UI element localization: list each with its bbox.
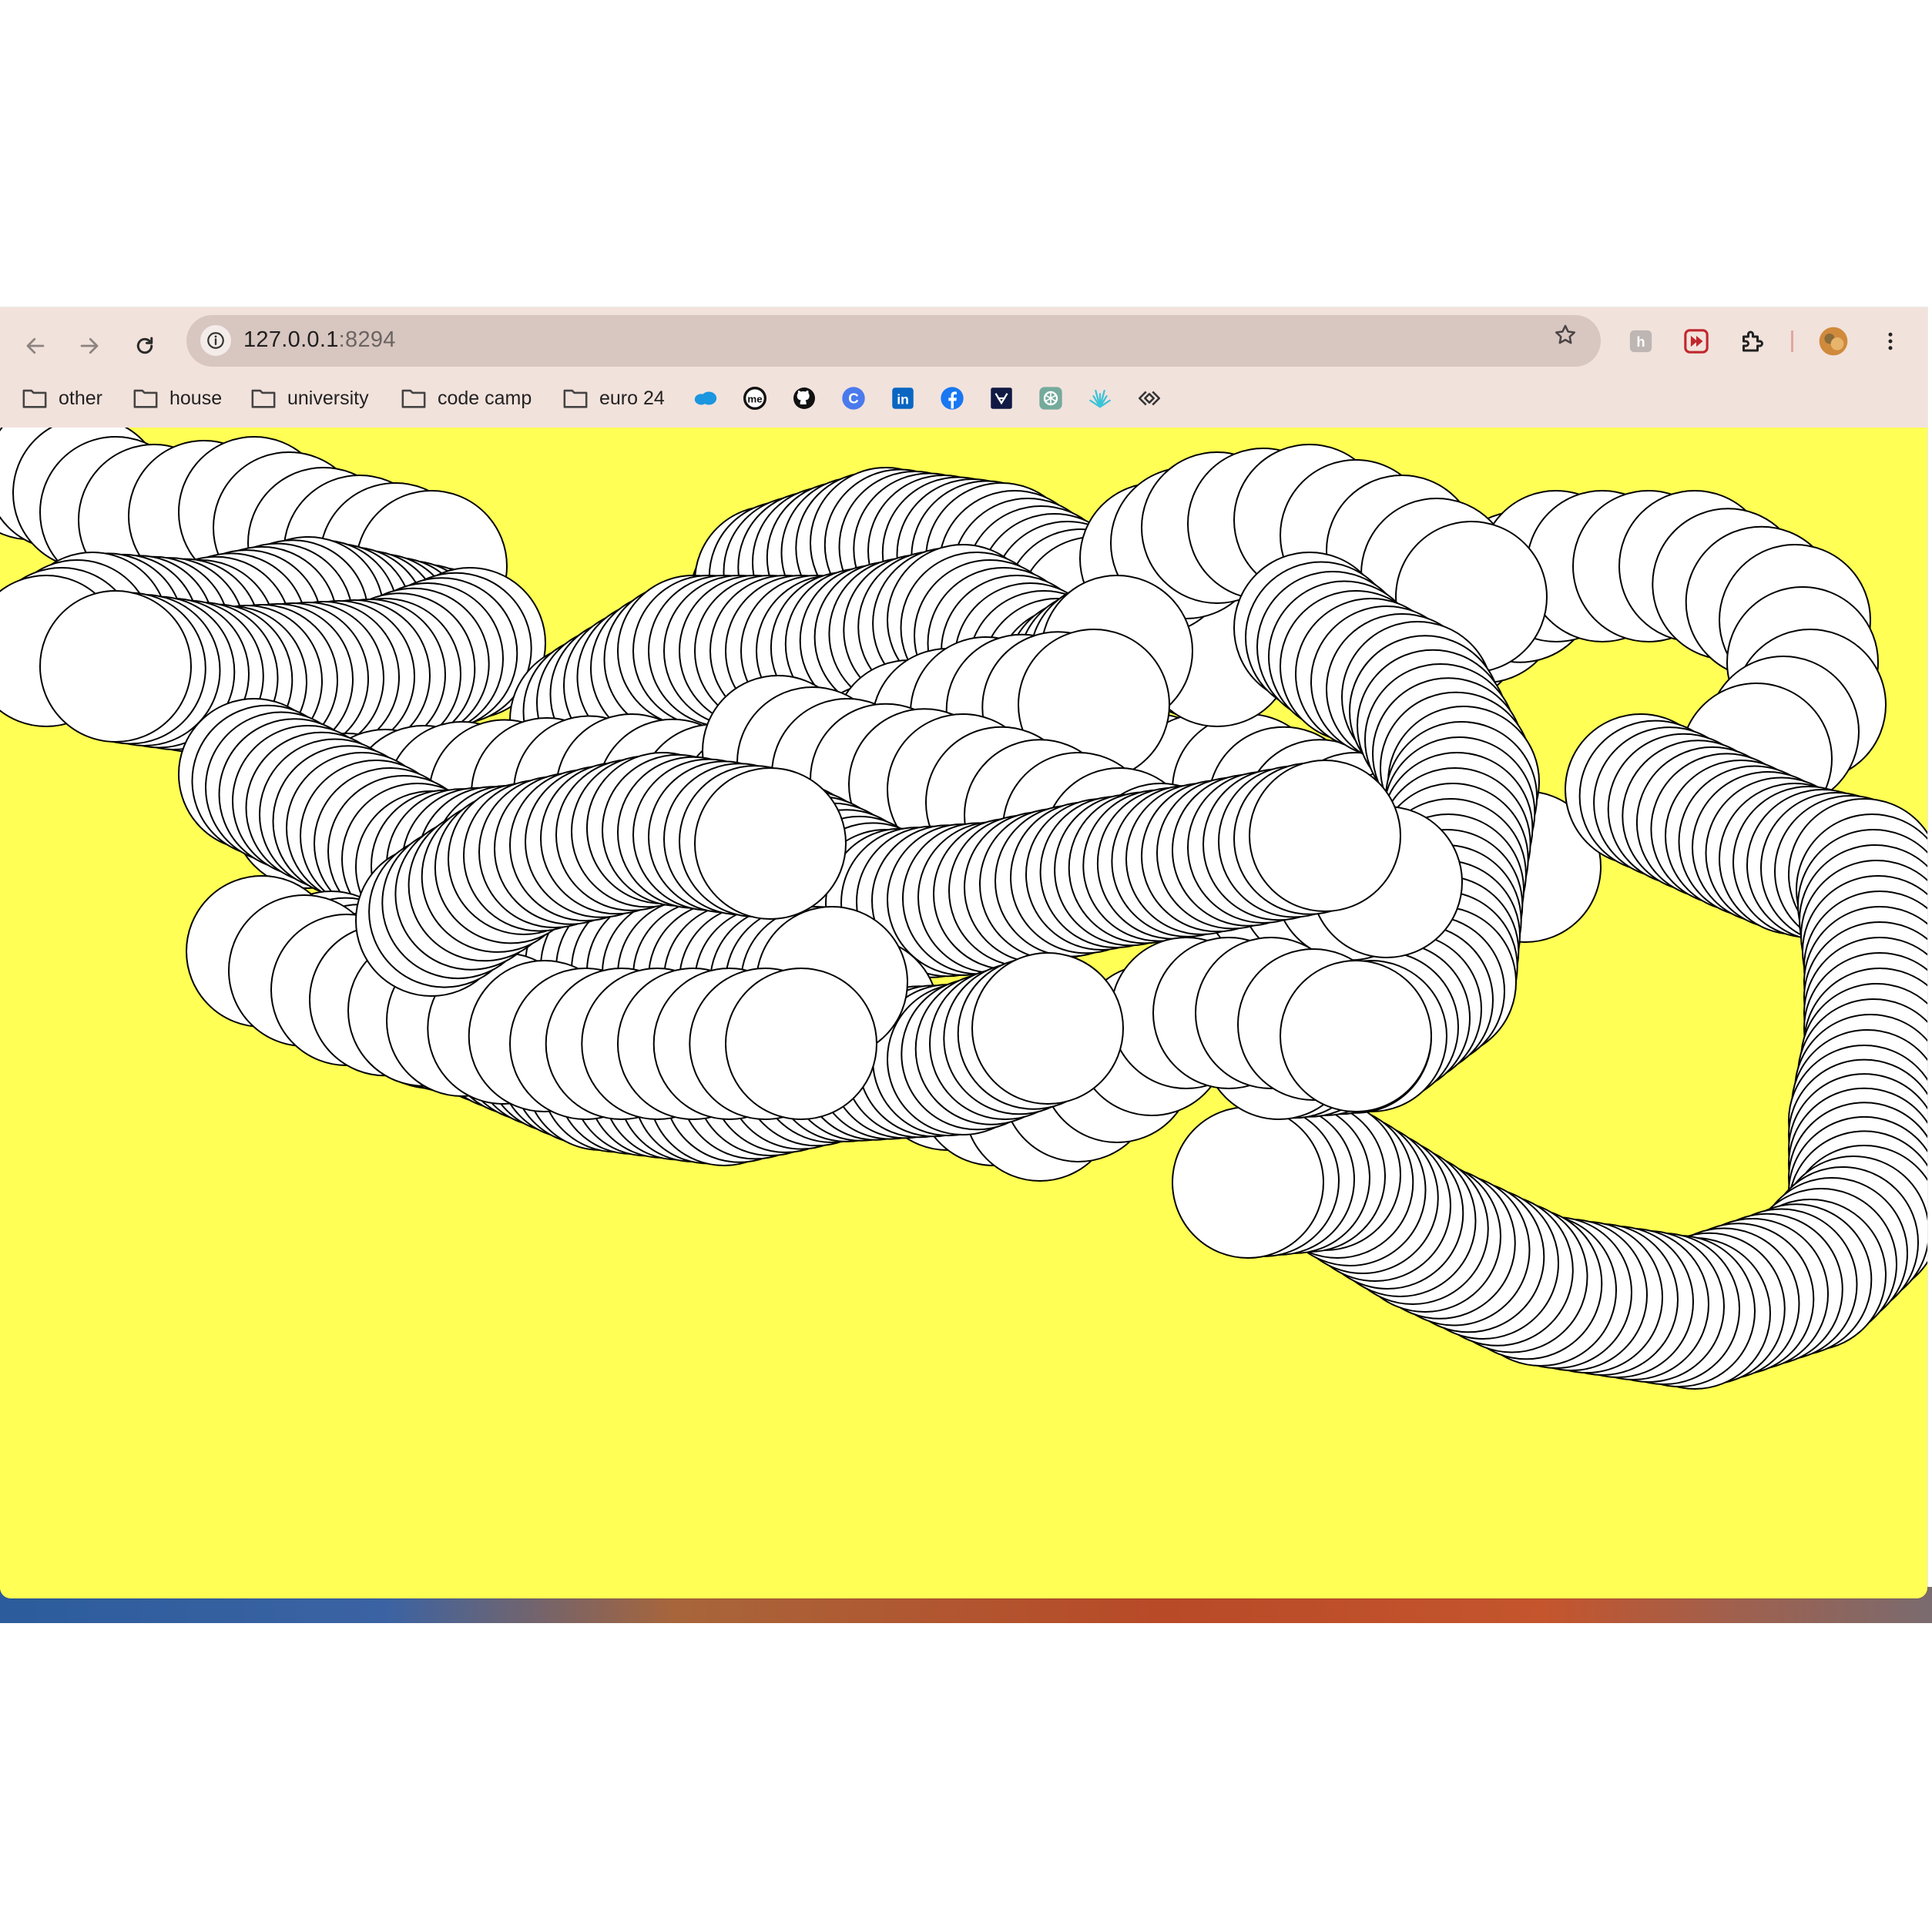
trail-circle	[725, 968, 877, 1120]
coursera-icon[interactable]: C	[840, 384, 867, 412]
facebook-icon[interactable]	[938, 384, 966, 412]
bookmark-folder-house[interactable]: house	[132, 383, 222, 414]
browser-toolbar: 127.0.0.1:8294 h other house university …	[0, 307, 1927, 428]
trail-circle	[971, 952, 1124, 1105]
circle-trail-drawing	[0, 378, 1927, 1390]
trail-circle	[1249, 760, 1401, 912]
folder-icon	[22, 389, 47, 408]
bookmark-label: euro 24	[599, 387, 665, 409]
bookmark-label: house	[169, 387, 223, 409]
profile-avatar[interactable]	[1816, 324, 1850, 358]
svg-text:h: h	[1636, 334, 1645, 350]
trail-circle	[39, 590, 192, 743]
chatgpt-icon[interactable]	[1037, 384, 1065, 412]
folder-icon	[251, 389, 276, 408]
jira-icon[interactable]	[988, 384, 1015, 412]
folder-icon	[563, 389, 588, 408]
medium-icon[interactable]: me	[741, 384, 769, 412]
trail-circle	[1280, 960, 1432, 1112]
trail-circle	[1172, 1106, 1324, 1259]
svg-text:in: in	[897, 392, 909, 408]
url-text[interactable]: 127.0.0.1:8294	[243, 327, 396, 353]
forward-button[interactable]	[68, 324, 111, 367]
sparkle-icon[interactable]	[1086, 384, 1114, 412]
bookmark-folder-other[interactable]: other	[22, 383, 102, 414]
back-button[interactable]	[14, 324, 57, 367]
bookmark-folder-euro-24[interactable]: euro 24	[562, 383, 665, 414]
bookmark-label: code camp	[438, 387, 532, 409]
bookmark-folder-code-camp[interactable]: code camp	[401, 383, 532, 414]
svg-text:me: me	[747, 393, 762, 404]
folder-icon	[133, 389, 158, 408]
bookmark-label: university	[287, 387, 369, 409]
trail-circle	[694, 767, 847, 920]
puzzle-icon[interactable]	[1735, 324, 1769, 358]
menu-kebab-icon[interactable]	[1873, 324, 1907, 358]
github-icon[interactable]	[790, 384, 818, 412]
extension-red-icon[interactable]	[1679, 324, 1713, 358]
extension-h-icon[interactable]: h	[1624, 324, 1658, 358]
folder-icon	[401, 389, 426, 408]
bookmark-label: other	[59, 387, 102, 409]
salesforce-icon[interactable]	[692, 384, 719, 412]
site-info-icon[interactable]	[200, 325, 231, 356]
reload-icon	[136, 337, 153, 354]
toolbar-divider	[1791, 330, 1793, 352]
bookmark-folder-university[interactable]: university	[250, 383, 369, 414]
arrow-right-icon	[80, 337, 99, 354]
svg-text:C: C	[848, 391, 858, 407]
bookmark-star-icon[interactable]	[1553, 323, 1578, 354]
address-bar[interactable]: 127.0.0.1:8294	[186, 315, 1601, 367]
sketch-canvas[interactable]	[0, 378, 1927, 1598]
link-icon[interactable]	[1135, 384, 1163, 412]
browser-window: 127.0.0.1:8294 h other house university …	[0, 307, 1927, 1598]
reload-button[interactable]	[123, 324, 166, 367]
arrow-left-icon	[26, 337, 45, 354]
bookmarks-bar: other house university code camp euro 24	[0, 377, 1927, 420]
linkedin-icon[interactable]: in	[889, 384, 917, 412]
